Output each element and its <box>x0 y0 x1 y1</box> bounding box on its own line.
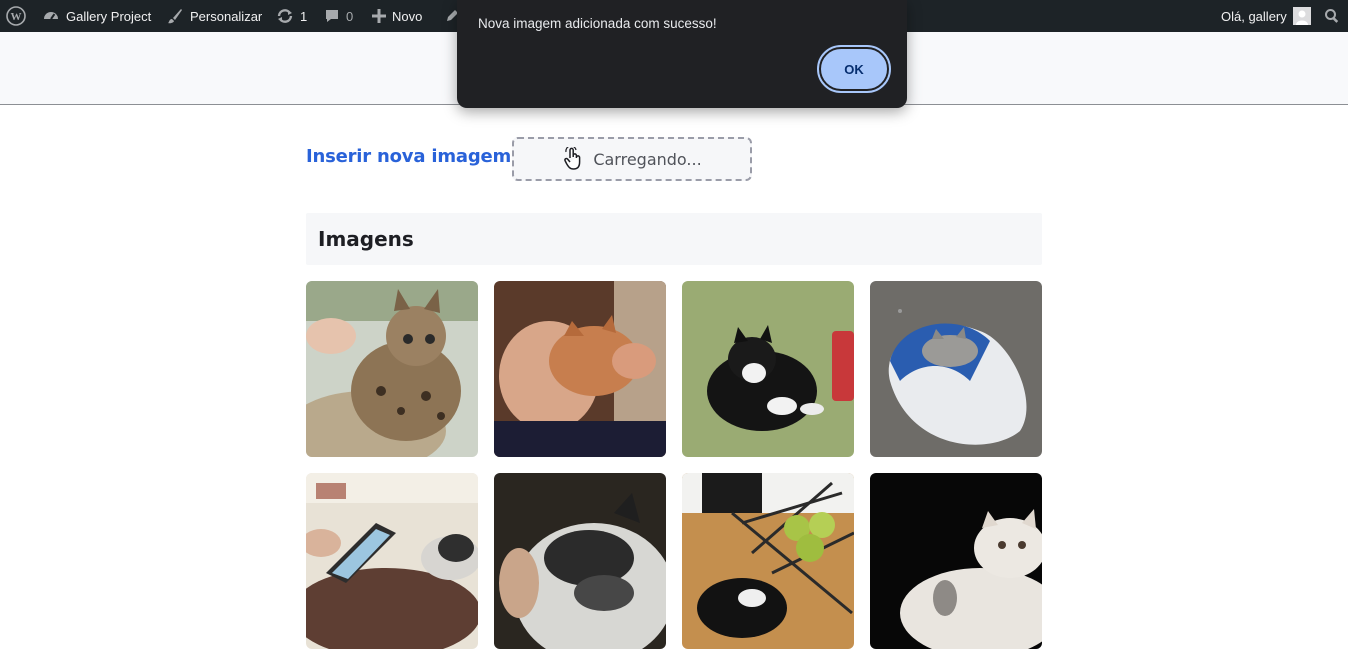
gallery-image[interactable] <box>870 473 1042 649</box>
new-content-menu[interactable]: Novo <box>372 0 422 32</box>
account-menu[interactable]: Olá, gallery <box>1221 0 1311 32</box>
customize-link[interactable]: Personalizar <box>166 0 262 32</box>
search-icon <box>1324 8 1340 24</box>
gallery-image[interactable] <box>682 281 854 457</box>
gallery-image[interactable] <box>870 281 1042 457</box>
alert-dialog: Nova imagem adicionada com sucesso! OK <box>457 0 907 108</box>
gallery-image[interactable] <box>682 473 854 649</box>
gallery-image[interactable] <box>494 281 666 457</box>
upload-status: Carregando... <box>593 149 702 169</box>
greeting-label: Olá, gallery <box>1221 8 1287 24</box>
gallery-image[interactable] <box>306 281 478 457</box>
comments-link[interactable]: 0 <box>324 0 353 32</box>
images-section-header: Imagens <box>306 213 1042 265</box>
updates-icon <box>276 7 294 25</box>
upload-dropzone[interactable]: Carregando... <box>512 137 752 181</box>
section-title: Imagens <box>318 227 414 251</box>
plus-icon <box>372 9 386 23</box>
comment-icon <box>324 8 340 24</box>
dashboard-icon <box>42 7 60 25</box>
wordpress-logo-icon[interactable]: W <box>6 0 26 32</box>
avatar <box>1292 7 1311 25</box>
comments-count: 0 <box>346 8 354 24</box>
pointer-hand-icon <box>562 147 584 171</box>
new-label: Novo <box>392 8 423 24</box>
site-name-menu[interactable]: Gallery Project <box>42 0 151 32</box>
customize-label: Personalizar <box>190 8 263 24</box>
insert-image-label: Inserir nova imagem <box>306 146 512 167</box>
site-name-label: Gallery Project <box>66 8 152 24</box>
svg-text:W: W <box>11 11 22 23</box>
gallery-image[interactable] <box>306 473 478 649</box>
brush-icon <box>166 7 184 25</box>
search-button[interactable] <box>1324 0 1340 32</box>
dialog-message: Nova imagem adicionada com sucesso! <box>478 16 717 31</box>
updates-link[interactable]: 1 <box>276 0 307 32</box>
gallery-image[interactable] <box>494 473 666 649</box>
updates-count: 1 <box>300 8 308 24</box>
ok-button[interactable]: OK <box>817 45 891 93</box>
